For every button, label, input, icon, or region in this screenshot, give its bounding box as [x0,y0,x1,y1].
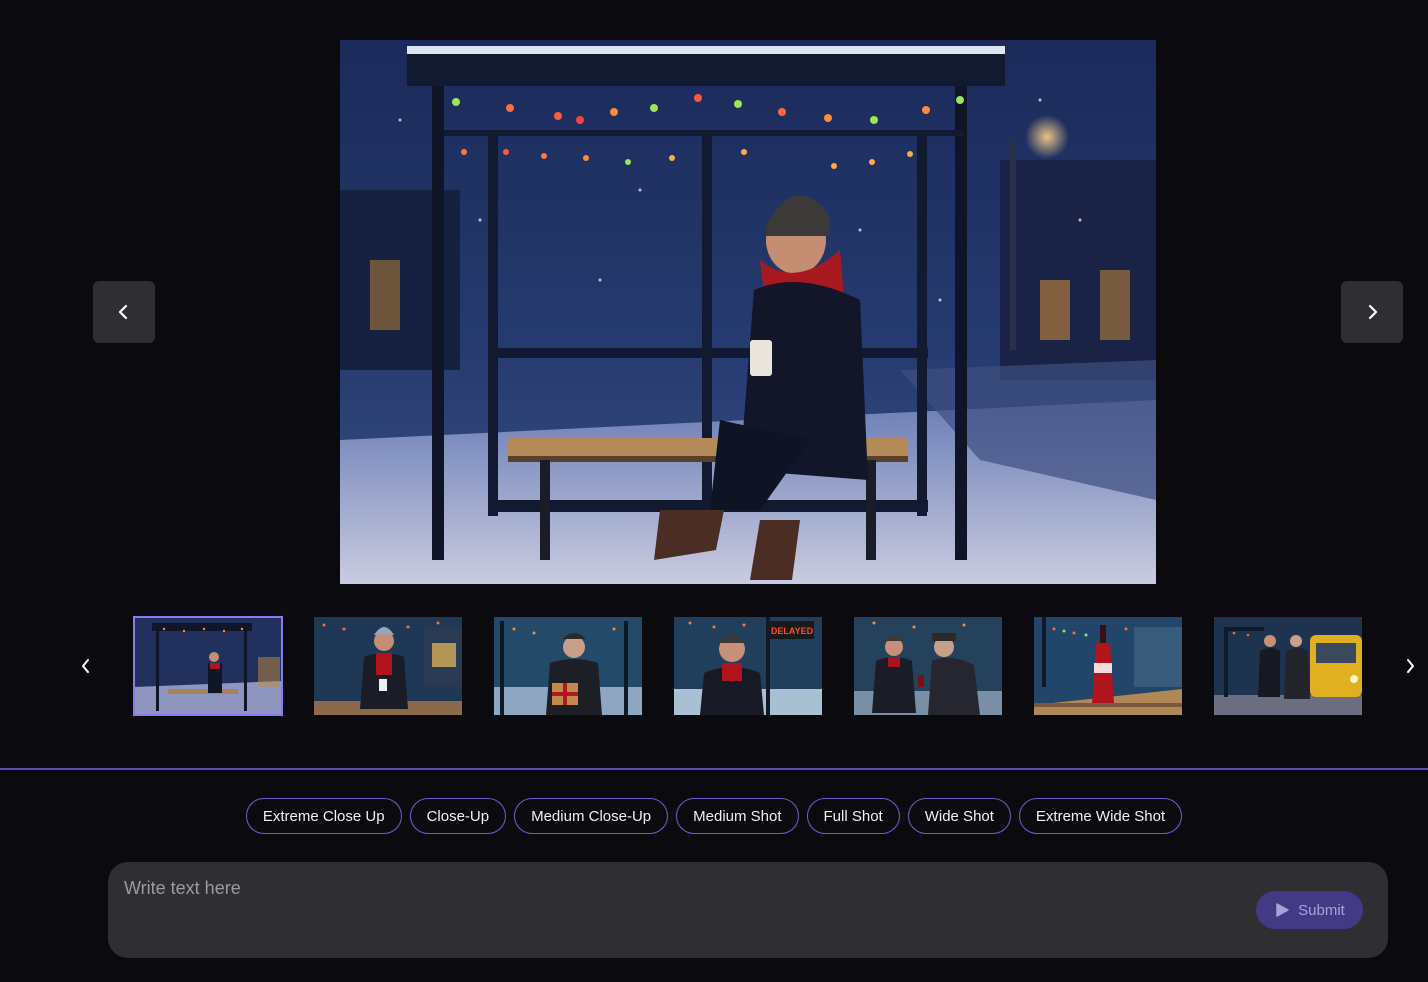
main-preview-image [340,40,1156,584]
thumbnail-3[interactable] [494,617,642,715]
chip-medium-close-up[interactable]: Medium Close-Up [514,798,669,834]
previous-image-button[interactable] [93,281,155,343]
thumbnail-5[interactable] [854,617,1002,715]
section-divider [0,768,1428,770]
chevron-left-icon [82,659,89,673]
chip-extreme-close-up[interactable]: Extreme Close Up [245,798,402,834]
thumbnails-scroll-left-button[interactable] [73,652,99,680]
chip-full-shot[interactable]: Full Shot [806,798,900,834]
delayed-sign-text: DELAYED [771,626,814,636]
shot-type-selector: Extreme Close Up Close-Up Medium Close-U… [0,798,1428,834]
next-image-button[interactable] [1341,281,1403,343]
submit-button-label: Submit [1298,901,1345,919]
play-icon [1276,903,1289,917]
prompt-input[interactable] [124,878,1244,942]
thumbnail-4[interactable]: DELAYED [674,617,822,715]
thumbnail-2[interactable] [314,617,462,715]
thumbnail-6[interactable] [1034,617,1182,715]
chevron-right-icon [1368,304,1378,320]
chip-close-up[interactable]: Close-Up [409,798,507,834]
submit-button[interactable]: Submit [1256,891,1363,929]
chip-wide-shot[interactable]: Wide Shot [907,798,1011,834]
thumbnail-1[interactable] [133,616,283,716]
chevron-left-icon [118,304,128,320]
chip-extreme-wide-shot[interactable]: Extreme Wide Shot [1018,798,1183,834]
thumbnail-7[interactable] [1214,617,1362,715]
storyboard-viewer: DELAYED Extreme Close Up Close-Up Medium… [0,0,1428,982]
prompt-composer: Submit [108,862,1388,958]
thumbnails-scroll-right-button[interactable] [1397,652,1423,680]
chip-medium-shot[interactable]: Medium Shot [676,798,799,834]
chevron-right-icon [1407,659,1414,673]
